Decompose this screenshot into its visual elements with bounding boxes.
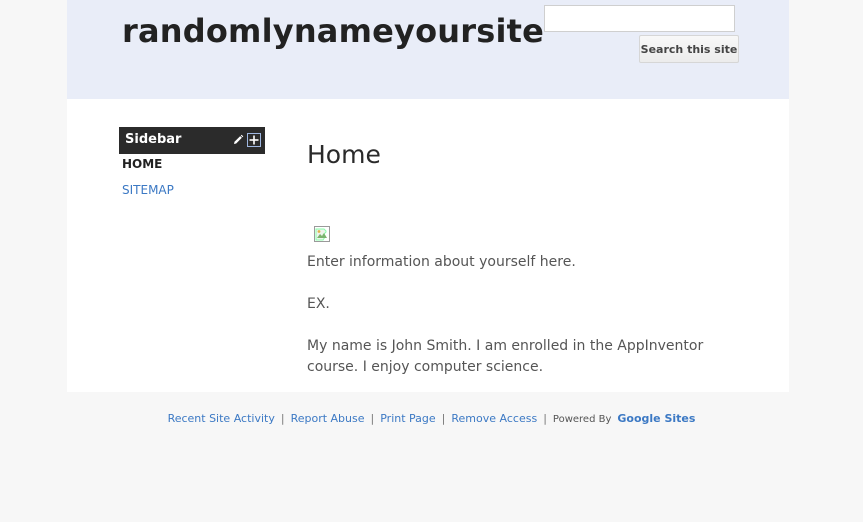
site-footer: Recent Site Activity | Report Abuse | Print … (0, 412, 863, 425)
broken-image-icon (314, 226, 330, 242)
plus-icon[interactable] (247, 133, 261, 147)
page-container: randomlynameyoursite Search this site Si… (67, 0, 789, 392)
sidebar-item-sitemap[interactable]: SITEMAP (122, 183, 174, 197)
google-sites-link[interactable]: Google Sites (617, 412, 695, 425)
page-title: Home (307, 140, 381, 169)
footer-link-print-page[interactable]: Print Page (380, 412, 435, 425)
pencil-icon[interactable] (232, 134, 244, 146)
search-button[interactable]: Search this site (639, 35, 739, 63)
content-paragraph: EX. (307, 296, 330, 312)
site-title[interactable]: randomlynameyoursite (122, 12, 544, 50)
footer-separator: | (370, 412, 375, 425)
page-content: Enter information about yourself here. E… (307, 252, 727, 399)
search-input[interactable] (544, 5, 735, 32)
sidebar-header: Sidebar (119, 127, 265, 154)
footer-link-recent-activity[interactable]: Recent Site Activity (168, 412, 275, 425)
content-paragraph: Enter information about yourself here. (307, 254, 576, 270)
site-header: randomlynameyoursite Search this site (67, 0, 789, 99)
footer-separator: | (441, 412, 446, 425)
footer-link-remove-access[interactable]: Remove Access (451, 412, 537, 425)
footer-separator: | (543, 412, 547, 425)
sidebar-title: Sidebar (125, 132, 182, 147)
footer-separator: | (280, 412, 285, 425)
powered-by-label: Powered By (552, 414, 612, 425)
footer-link-report-abuse[interactable]: Report Abuse (291, 412, 365, 425)
sidebar-item-home[interactable]: HOME (122, 157, 162, 171)
content-paragraph: My name is John Smith. I am enrolled in … (307, 338, 704, 375)
